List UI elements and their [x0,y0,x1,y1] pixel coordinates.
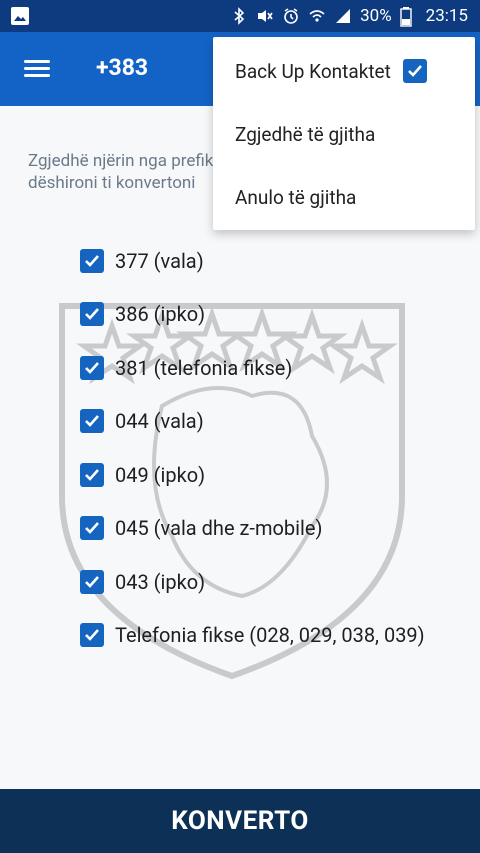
menu-item-backup-label: Back Up Kontaktet [235,59,391,83]
option-label: 377 (vala) [115,248,204,273]
prefix-list: 377 (vala) 386 (ipko) 381 (telefonia fik… [80,234,425,662]
option-043-ipko[interactable]: 043 (ipko) [80,555,425,609]
option-label: Telefonia fikse (028, 029, 038, 039) [115,623,425,648]
option-label: 381 (telefonia fikse) [115,355,293,380]
battery-icon [399,7,418,27]
checkbox-checked-icon[interactable] [402,59,427,83]
option-377-vala[interactable]: 377 (vala) [80,234,425,288]
checkbox-checked-icon[interactable] [80,623,104,648]
signal-icon [334,7,352,25]
konverto-button[interactable]: KONVERTO [0,789,480,853]
option-386-ipko[interactable]: 386 (ipko) [80,288,425,342]
checkbox-checked-icon[interactable] [80,409,104,434]
option-049-ipko[interactable]: 049 (ipko) [80,448,425,502]
overflow-menu: Back Up Kontaktet Zgjedhë të gjitha Anul… [213,37,475,230]
option-label: 044 (vala) [115,409,204,434]
checkbox-checked-icon[interactable] [80,516,104,541]
checkbox-checked-icon[interactable] [80,248,104,273]
menu-item-deselect-all[interactable]: Anulo të gjitha [235,186,356,209]
hamburger-menu-icon[interactable] [24,56,50,82]
option-label: 043 (ipko) [115,569,206,594]
menu-item-select-all[interactable]: Zgjedhë të gjitha [235,123,375,146]
battery-percent: 30% [360,6,392,26]
option-045-vala-dhe-z-mobile[interactable]: 045 (vala dhe z-mobile) [80,502,425,556]
app-title: +383 [96,54,149,81]
status-bar: 30% 23:15 [0,0,480,32]
menu-item-backup-contacts[interactable]: Back Up Kontaktet [235,59,451,83]
option-044-vala[interactable]: 044 (vala) [80,395,425,449]
time: 23:15 [425,6,468,26]
bluetooth-icon [230,7,248,25]
checkbox-checked-icon[interactable] [80,569,104,594]
image-icon [10,6,30,26]
konverto-button-label: KONVERTO [171,806,309,836]
option-label: 049 (ipko) [115,462,206,487]
checkbox-checked-icon[interactable] [80,462,104,487]
mute-icon [256,7,274,25]
option-381-telefonia-fikse[interactable]: 381 (telefonia fikse) [80,341,425,395]
wifi-icon [308,7,326,25]
option-label: 386 (ipko) [115,302,206,327]
checkbox-checked-icon[interactable] [80,355,104,380]
option-label: 045 (vala dhe z-mobile) [115,516,323,541]
alarm-icon [282,7,300,25]
checkbox-checked-icon[interactable] [80,302,104,327]
option-telefonia-fikse-list[interactable]: Telefonia fikse (028, 029, 038, 039) [80,609,425,663]
